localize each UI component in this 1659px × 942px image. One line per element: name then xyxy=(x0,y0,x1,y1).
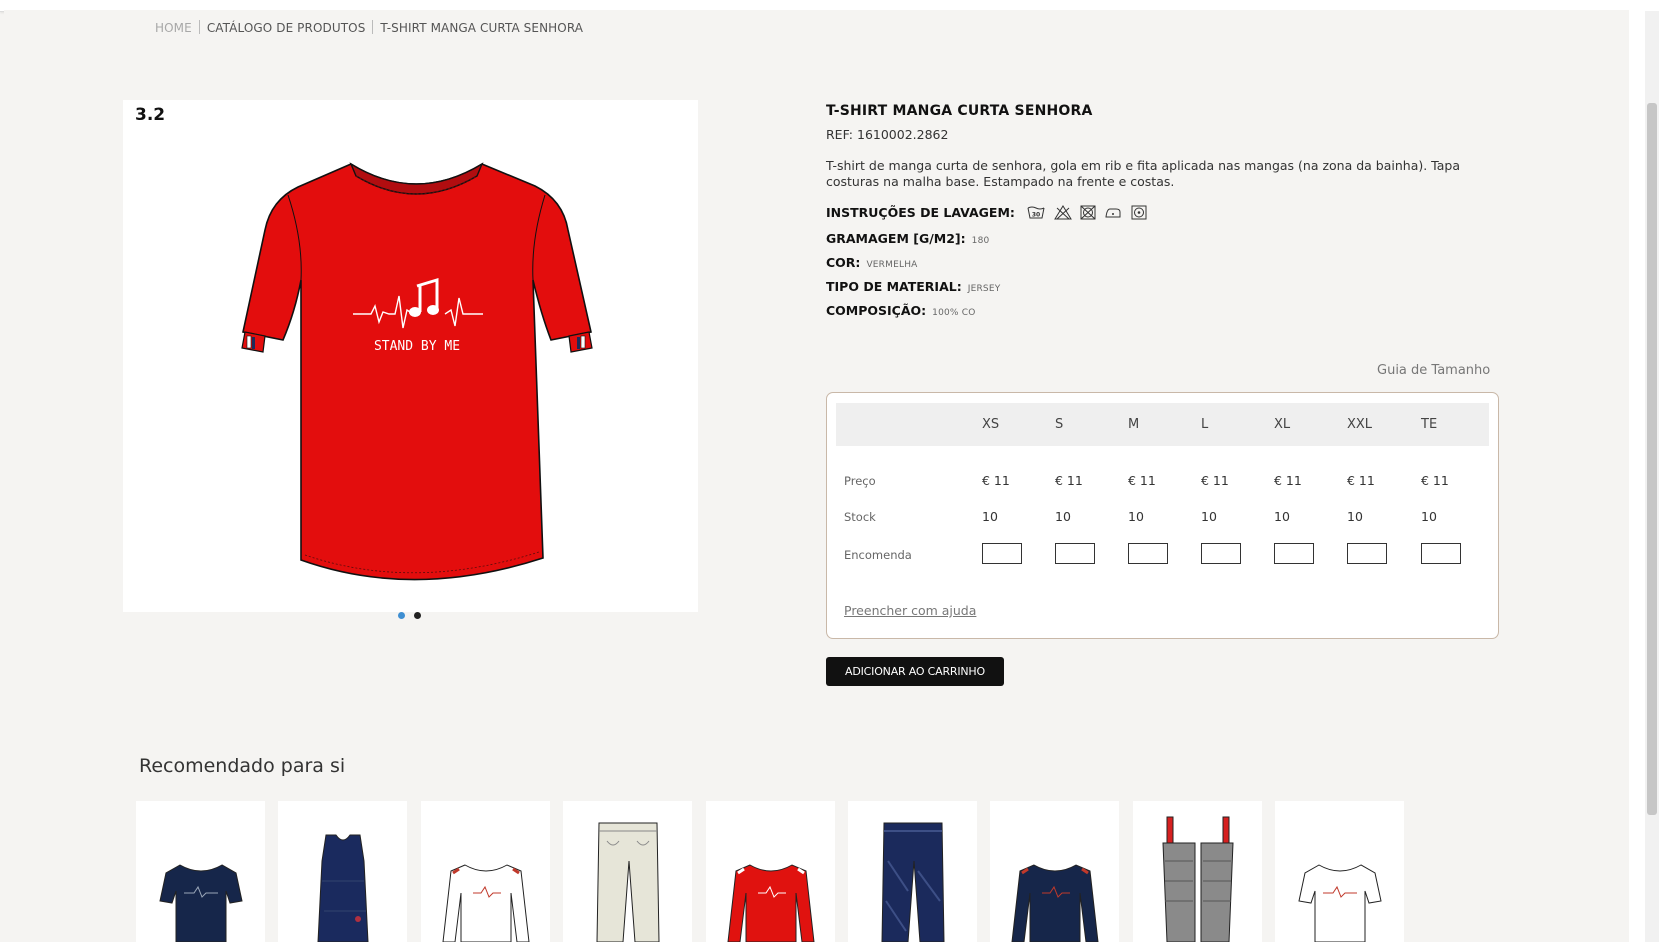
tshirt-illustration: STAND BY ME xyxy=(241,162,593,581)
order-quantity-input[interactable] xyxy=(1274,543,1314,564)
recommended-product-card[interactable] xyxy=(563,801,692,942)
stock-cell: 10 xyxy=(1128,509,1144,524)
stock-row-label: Stock xyxy=(844,510,876,524)
size-header-row xyxy=(836,403,1489,446)
product-thumbnail xyxy=(727,864,815,942)
dry-clean-icon xyxy=(1131,205,1147,220)
no-bleach-icon xyxy=(1053,205,1072,220)
recommended-product-card[interactable] xyxy=(1275,801,1404,942)
stock-cell: 10 xyxy=(1055,509,1071,524)
price-cell: € 11 xyxy=(1055,473,1083,488)
size-header: L xyxy=(1201,417,1209,432)
order-quantity-input[interactable] xyxy=(1055,543,1095,564)
composition-value: 100% CO xyxy=(932,308,976,318)
slide-dots xyxy=(398,604,430,623)
breadcrumb-separator xyxy=(198,20,200,34)
price-cell: € 11 xyxy=(982,473,1010,488)
recommended-product-card[interactable] xyxy=(848,801,977,942)
fill-help-link[interactable]: Preencher com ajuda xyxy=(844,603,976,618)
size-header: XXL xyxy=(1347,417,1373,432)
recommended-product-card[interactable] xyxy=(136,801,265,942)
color-value: VERMELHA xyxy=(866,260,918,270)
scrollbar[interactable] xyxy=(1629,11,1659,942)
material-value: JERSEY xyxy=(967,284,1001,294)
order-quantity-input[interactable] xyxy=(1347,543,1387,564)
size-header: M xyxy=(1128,417,1140,432)
recommended-product-card[interactable] xyxy=(706,801,835,942)
order-quantity-input[interactable] xyxy=(1201,543,1241,564)
price-cell: € 11 xyxy=(1274,473,1302,488)
print-text: STAND BY ME xyxy=(374,339,460,354)
product-description: T-shirt de manga curta de senhora, gola … xyxy=(826,158,1461,189)
product-thumbnail xyxy=(159,864,243,942)
weight-value: 180 xyxy=(971,236,990,246)
size-header: XS xyxy=(982,417,1000,432)
stock-cell: 10 xyxy=(1421,509,1437,524)
recommended-product-card[interactable] xyxy=(1133,801,1262,942)
order-quantity-input[interactable] xyxy=(982,543,1022,564)
slide-dot-2[interactable] xyxy=(414,612,421,619)
stock-cell: 10 xyxy=(1274,509,1290,524)
material-attribute: TIPO DE MATERIAL: JERSEY xyxy=(826,279,1001,294)
add-to-cart-button[interactable]: ADICIONAR AO CARRINHO xyxy=(826,657,1004,686)
composition-attribute: COMPOSIÇÃO: 100% CO xyxy=(826,303,976,318)
wash-30-icon: 30 xyxy=(1027,206,1045,219)
color-attribute: COR: VERMELHA xyxy=(826,255,918,270)
slide-dot-1[interactable] xyxy=(398,612,405,619)
product-thumbnail xyxy=(881,822,945,942)
price-cell: € 11 xyxy=(1347,473,1375,488)
order-row-label: Encomenda xyxy=(844,548,912,562)
product-ref: REF: 1610002.2862 xyxy=(826,127,949,142)
slide-number: 3.2 xyxy=(135,105,166,125)
svg-text:30: 30 xyxy=(1032,212,1040,219)
stock-cell: 10 xyxy=(1347,509,1363,524)
product-thumbnail xyxy=(317,834,369,942)
stock-cell: 10 xyxy=(1201,509,1217,524)
recommended-title: Recomendado para si xyxy=(139,755,346,777)
size-header: S xyxy=(1055,417,1064,432)
price-cell: € 11 xyxy=(1421,473,1449,488)
size-order-table: XS € 11 10 S € 11 10 M € 11 10 L € 11 10 XL € 11 10 XXL… xyxy=(826,392,1499,639)
breadcrumb-catalog[interactable]: CATÁLOGO DE PRODUTOS xyxy=(207,21,366,35)
order-quantity-input[interactable] xyxy=(1421,543,1461,564)
price-row-label: Preço xyxy=(844,474,876,488)
weight-attribute: GRAMAGEM [G/M2]: 180 xyxy=(826,231,990,246)
wash-instructions: INSTRUÇÕES DE LAVAGEM: 30 xyxy=(826,205,1151,223)
recommended-product-card[interactable] xyxy=(278,801,407,942)
breadcrumb-separator xyxy=(372,20,374,34)
scrollbar-thumb[interactable] xyxy=(1647,103,1657,815)
product-thumbnail xyxy=(442,864,530,942)
order-quantity-input[interactable] xyxy=(1128,543,1168,564)
product-thumbnail xyxy=(1162,816,1234,942)
size-header: XL xyxy=(1274,417,1291,432)
wash-label: INSTRUÇÕES DE LAVAGEM: xyxy=(826,205,1015,220)
recommended-product-card[interactable] xyxy=(421,801,550,942)
product-title: T-SHIRT MANGA CURTA SENHORA xyxy=(826,103,1093,119)
iron-low-icon xyxy=(1105,208,1121,218)
product-thumbnail xyxy=(596,822,660,942)
recommended-product-card[interactable] xyxy=(990,801,1119,942)
breadcrumb-current: T-SHIRT MANGA CURTA SENHORA xyxy=(380,21,584,35)
wash-icons: 30 xyxy=(1027,205,1150,223)
stock-cell: 10 xyxy=(982,509,998,524)
breadcrumb: HOME CATÁLOGO DE PRODUTOS T-SHIRT MANGA CU… xyxy=(155,20,583,35)
product-thumbnail xyxy=(1011,864,1099,942)
breadcrumb-home[interactable]: HOME xyxy=(155,21,192,35)
product-image[interactable]: 3.2 STAND BY ME xyxy=(123,100,698,612)
no-tumble-dry-icon xyxy=(1080,205,1096,220)
product-thumbnail xyxy=(1298,864,1382,942)
size-guide-link[interactable]: Guia de Tamanho xyxy=(1377,363,1490,378)
price-cell: € 11 xyxy=(1128,473,1156,488)
price-cell: € 11 xyxy=(1201,473,1229,488)
size-header: TE xyxy=(1421,417,1438,432)
